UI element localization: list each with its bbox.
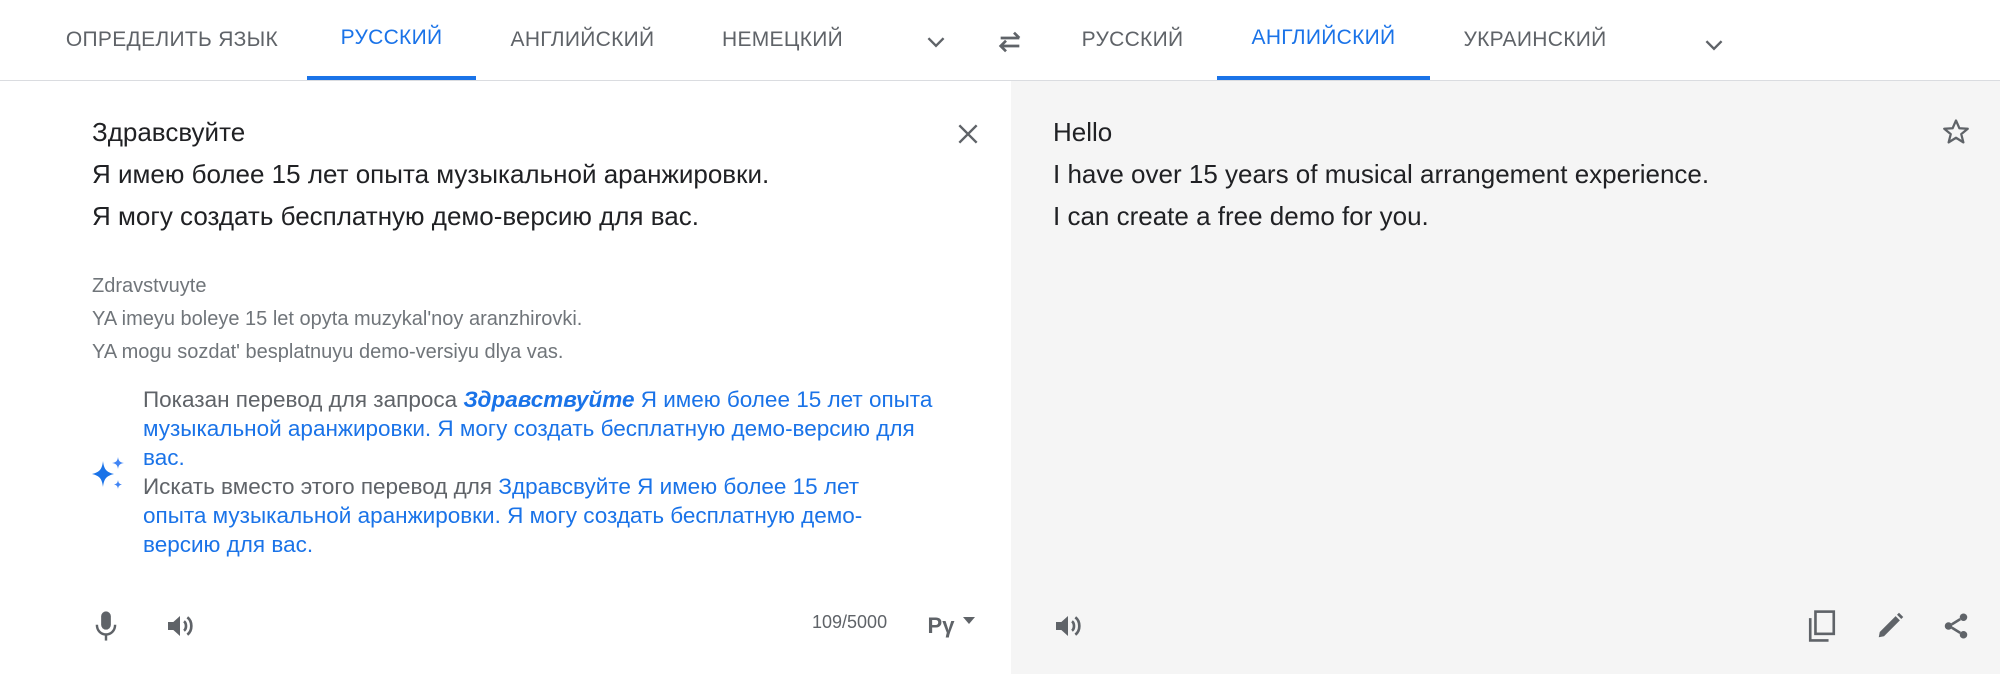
corrected-query-link-line[interactable]: вас.: [143, 443, 993, 472]
translation-text-line: I have over 15 years of musical arrangem…: [1053, 159, 1710, 189]
original-query-link-line[interactable]: версию для вас.: [143, 530, 993, 559]
showing-translation-notice: Показан перевод для запроса Здравствуйте…: [143, 385, 993, 472]
original-query-link[interactable]: Здравсвуйте Я имею более 15 лет: [498, 474, 859, 499]
source-text-line[interactable]: Здравсвуйте: [92, 117, 245, 148]
star-outline-icon: [1943, 119, 1969, 144]
pencil-icon: [1878, 612, 1904, 638]
voice-input-button[interactable]: [86, 606, 126, 646]
transliteration-line: YA imeyu boleye 15 let opyta muzykal'noy…: [92, 308, 583, 330]
language-bar: ОПРЕДЕЛИТЬ ЯЗЫК РУССКИЙ АНГЛИЙСКИЙ НЕМЕЦ…: [0, 0, 2000, 81]
tab-source-german[interactable]: НЕМЕЦКИЙ: [705, 0, 860, 80]
close-icon: [958, 124, 978, 144]
tab-target-english[interactable]: АНГЛИЙСКИЙ: [1217, 0, 1430, 80]
target-languages-dropdown[interactable]: [1694, 25, 1734, 65]
transliteration-line: YA mogu sozdat' besplatnuyu demo-versiyu…: [92, 341, 564, 363]
listen-translation-button[interactable]: [1048, 606, 1088, 646]
caret-down-icon: [963, 617, 975, 624]
microphone-icon: [95, 611, 117, 641]
source-text-line[interactable]: Я могу создать бесплатную демо-версию дл…: [92, 201, 699, 232]
sparkle-icon: [89, 455, 127, 493]
original-query-link-line[interactable]: опыта музыкальной аранжировки. Я могу со…: [143, 501, 993, 530]
speaker-icon: [1056, 616, 1081, 636]
copy-translation-button[interactable]: [1801, 605, 1843, 647]
keyboard-label: Рγ: [927, 613, 955, 638]
copy-icon: [1808, 610, 1836, 642]
chevron-down-icon: [1705, 40, 1723, 51]
edit-translation-button[interactable]: [1870, 606, 1910, 646]
translation-text-line: Hello: [1053, 117, 1113, 147]
listen-source-button[interactable]: [160, 606, 200, 646]
input-tools-dropdown[interactable]: [960, 612, 978, 630]
instead-prefix: Искать вместо этого перевод для: [143, 474, 499, 499]
corrected-query-link-line[interactable]: музыкальной аранжировки. Я могу создать …: [143, 414, 993, 443]
swap-arrows-icon: [998, 31, 1021, 53]
character-counter: 109/5000: [812, 612, 888, 632]
share-translation-button[interactable]: [1936, 606, 1976, 646]
tab-detect-language[interactable]: ОПРЕДЕЛИТЬ ЯЗЫК: [42, 0, 302, 80]
translation-text-line: I can create a free demo for you.: [1053, 201, 1429, 231]
tab-source-english[interactable]: АНГЛИЙСКИЙ: [490, 0, 675, 80]
source-languages-dropdown[interactable]: [916, 22, 956, 62]
tab-source-russian[interactable]: РУССКИЙ: [307, 0, 476, 80]
save-translation-button[interactable]: [1936, 112, 1976, 152]
share-icon: [1944, 613, 1968, 639]
source-text-line[interactable]: Я имею более 15 лет опыта музыкальной ар…: [92, 159, 769, 190]
showing-prefix: Показан перевод для запроса: [143, 387, 464, 412]
speaker-icon: [168, 616, 193, 636]
corrected-query-link-rest[interactable]: Я имею более 15 лет опыта: [634, 387, 933, 412]
clear-source-button[interactable]: [948, 114, 988, 154]
search-instead-notice: Искать вместо этого перевод для Здравсву…: [143, 472, 993, 559]
corrected-query-link[interactable]: Здравствуйте: [463, 387, 634, 412]
transliteration-line: Zdravstvuyte: [92, 275, 207, 297]
tab-target-russian[interactable]: РУССКИЙ: [1070, 0, 1195, 80]
swap-languages-button[interactable]: [990, 22, 1030, 62]
chevron-down-icon: [927, 37, 945, 48]
tab-target-ukrainian[interactable]: УКРАИНСКИЙ: [1455, 0, 1615, 80]
